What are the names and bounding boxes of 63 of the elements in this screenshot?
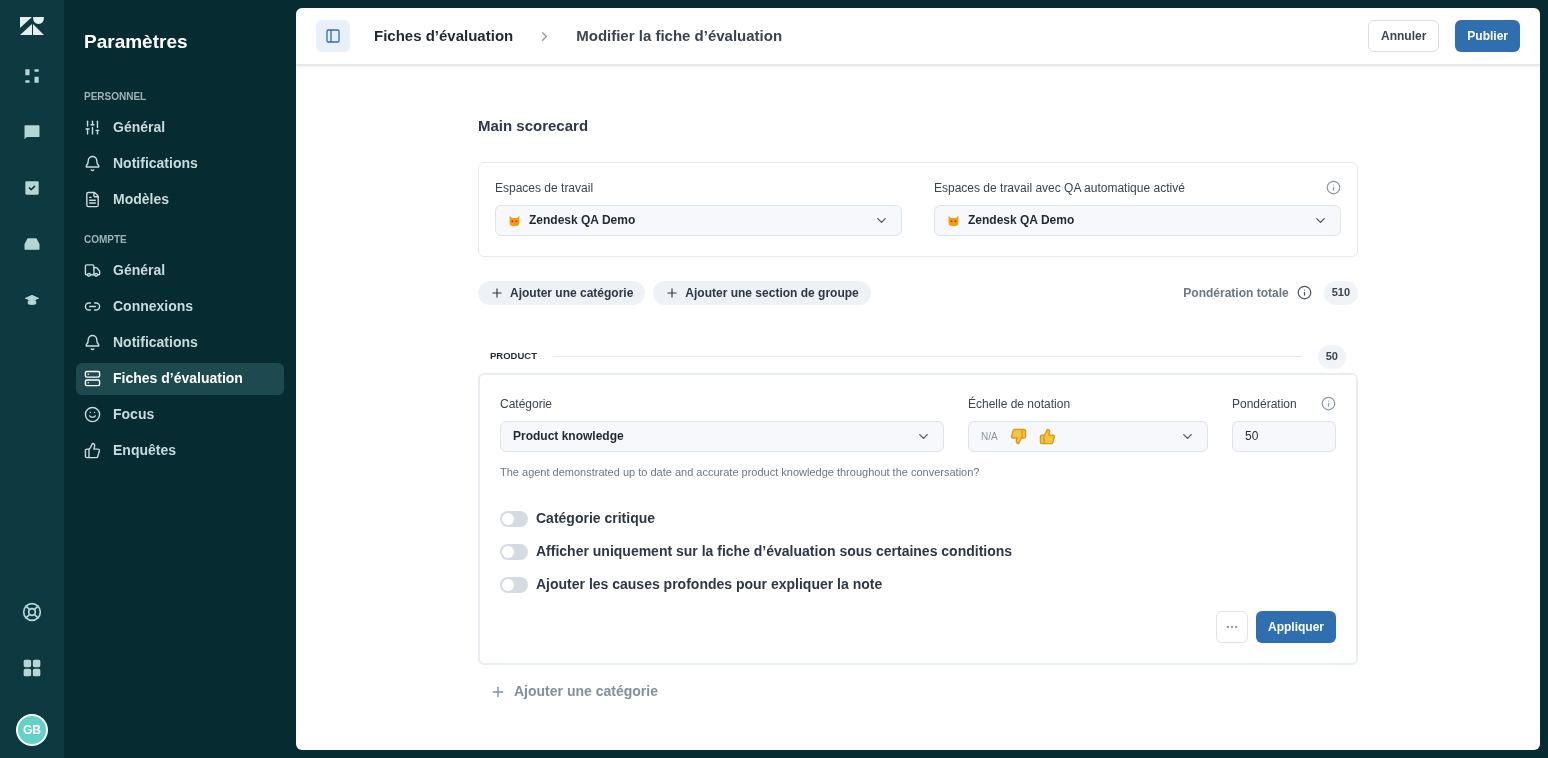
- thumbs-up-icon: [84, 442, 101, 459]
- workspace-dropdown[interactable]: Zendesk QA Demo: [495, 204, 902, 236]
- sliders-icon: [84, 119, 101, 136]
- panel-icon: [325, 28, 341, 44]
- info-icon[interactable]: [1296, 285, 1312, 300]
- category-dropdown[interactable]: Product knowledge: [500, 420, 944, 452]
- apps-grid-icon[interactable]: [22, 658, 42, 678]
- workspace-dropdown[interactable]: Zendesk QA Demo: [934, 204, 1341, 236]
- truck-icon: [84, 262, 101, 279]
- cat-face-icon: [947, 213, 960, 227]
- lifebuoy-icon[interactable]: [22, 602, 42, 622]
- sidebar-item[interactable]: Enquêtes: [76, 434, 284, 467]
- field-label: Espaces de travail avec QA automatique activé: [934, 179, 1185, 197]
- group-name: PRODUCT: [490, 349, 537, 364]
- dashboard-icon[interactable]: [22, 66, 42, 86]
- cat-face-icon: [508, 213, 521, 227]
- thumbs-up-icon: [1038, 427, 1056, 445]
- sidebar-item[interactable]: Notifications: [76, 326, 284, 359]
- add-button[interactable]: Ajouter une catégorie: [478, 280, 646, 305]
- breadcrumb-link[interactable]: Fiches d’évaluation: [374, 24, 514, 48]
- document-icon: [84, 191, 101, 208]
- page-title: Modifier la fiche d’évaluation: [576, 25, 783, 46]
- thumbs-down-icon: [1009, 427, 1027, 445]
- field-label: Espaces de travail: [495, 179, 594, 197]
- group-weight-badge: 50: [1317, 344, 1346, 369]
- sidebar-item[interactable]: Général: [76, 254, 284, 287]
- toggle-switch[interactable]: [500, 510, 528, 527]
- toggle-switch[interactable]: [500, 576, 528, 593]
- field-label: Pondération: [1232, 395, 1297, 413]
- field-label: Échelle de notation: [968, 395, 1072, 413]
- bell-icon: [84, 155, 101, 172]
- toggle-switch[interactable]: [500, 543, 528, 560]
- sidebar-item[interactable]: Connexions: [76, 290, 284, 323]
- sidebar-item[interactable]: Fiches d’évaluation: [76, 362, 284, 395]
- checkbox-icon[interactable]: [22, 178, 42, 198]
- apply-button[interactable]: Appliquer: [1256, 611, 1336, 643]
- sidebar-item[interactable]: Notifications: [76, 147, 284, 180]
- toggle-label: Afficher uniquement sur la fiche d’évaluation sous certaines conditions: [536, 542, 1013, 561]
- sidebar-item[interactable]: Général: [76, 111, 284, 144]
- sidebar-item[interactable]: Modèles: [76, 183, 284, 216]
- field-label: Catégorie: [500, 395, 554, 413]
- sidebar-title: Paramètres: [83, 30, 189, 54]
- cancel-button[interactable]: Annuler: [1367, 20, 1440, 52]
- sidebar-toggle-button[interactable]: [316, 20, 350, 52]
- sidebar-item[interactable]: Focus: [76, 398, 284, 431]
- smile-icon: [84, 406, 101, 423]
- bell-icon: [84, 334, 101, 351]
- toggle-label: Ajouter les causes profondes pour expliquer la note: [536, 575, 883, 594]
- stack-icon: [84, 370, 101, 387]
- publish-button[interactable]: Publier: [1455, 20, 1520, 52]
- category-description: The agent demonstrated up to date and accurate product knowledge throughout the conversation?: [500, 464, 981, 480]
- chat-icon[interactable]: [22, 122, 42, 142]
- total-weight-badge: 510: [1323, 280, 1358, 305]
- plus-icon: [665, 285, 680, 300]
- scorecard-title: Main scorecard: [478, 116, 590, 136]
- plus-icon: [490, 285, 504, 300]
- logo-icon[interactable]: [19, 16, 45, 36]
- section-heading: PERSONNEL: [83, 89, 148, 104]
- total-weight-label: Pondération totale: [1183, 284, 1289, 302]
- add-button[interactable]: Ajouter une section de groupe: [653, 280, 871, 305]
- toggle-label: Catégorie critique: [536, 509, 656, 528]
- section-heading: COMPTE: [83, 232, 128, 247]
- weight-input[interactable]: 50: [1232, 420, 1336, 452]
